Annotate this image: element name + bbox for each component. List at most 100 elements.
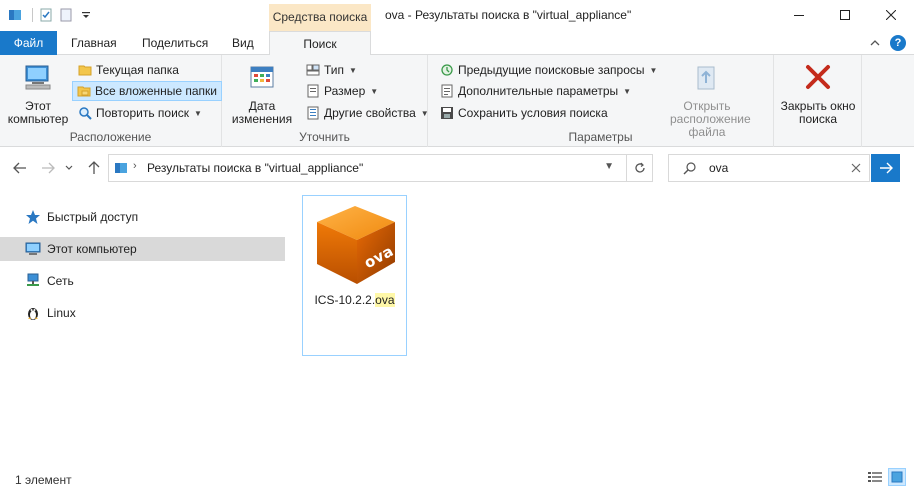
search-again-label: Повторить поиск <box>96 106 190 120</box>
type-label: Тип <box>324 63 345 77</box>
date-modified-button[interactable]: Дата изменения <box>228 61 296 126</box>
size-icon <box>307 84 319 98</box>
group-close: Закрыть окно поиска <box>774 55 862 147</box>
details-view-button[interactable] <box>866 468 884 486</box>
go-search-button[interactable] <box>871 154 900 182</box>
recent-searches-button[interactable]: Предыдущие поисковые запросы ▼ <box>436 60 661 80</box>
address-bar[interactable]: › Результаты поиска в "virtual_appliance… <box>108 154 653 182</box>
dropdown-caret-icon: ▼ <box>370 86 379 96</box>
advanced-options-button[interactable]: Дополнительные параметры ▼ <box>436 81 635 101</box>
properties-list-icon <box>307 106 319 120</box>
this-pc-button[interactable]: Этот компьютер <box>6 61 70 126</box>
maximize-icon <box>840 10 850 20</box>
search-input[interactable]: ova <box>709 161 728 175</box>
group-options: Предыдущие поисковые запросы ▼ Дополните… <box>428 55 774 147</box>
clear-search-button[interactable] <box>851 160 861 176</box>
advanced-options-label: Дополнительные параметры <box>458 84 619 98</box>
large-icons-view-button[interactable] <box>888 468 906 486</box>
all-subfolders-label: Все вложенные папки <box>95 84 217 98</box>
sidebar-item-label: Быстрый доступ <box>47 210 139 224</box>
size-label: Размер <box>324 84 366 98</box>
group-refine: Дата изменения Тип ▼ Размер ▼ Другие сво… <box>222 55 429 147</box>
save-search-label: Сохранить условия поиска <box>458 106 608 120</box>
file-name-prefix: ICS-10.2.2. <box>314 293 376 307</box>
advanced-options-icon <box>441 84 453 98</box>
tab-view[interactable]: Вид <box>232 31 254 55</box>
close-window-button[interactable] <box>868 0 914 30</box>
sidebar-item-network[interactable]: Сеть <box>0 269 285 293</box>
search-results-folder-icon <box>115 163 127 173</box>
arrow-right-icon <box>879 162 893 174</box>
forward-button[interactable] <box>38 158 58 178</box>
clear-icon <box>851 163 861 173</box>
sidebar-item-this-pc[interactable]: Этот компьютер <box>0 237 285 261</box>
search-again-icon <box>79 107 92 120</box>
minimize-button[interactable] <box>776 0 822 30</box>
type-icon <box>306 64 320 76</box>
computer-icon <box>25 65 51 90</box>
linux-icon <box>28 308 38 320</box>
collapse-ribbon-icon[interactable] <box>870 39 880 47</box>
other-properties-button[interactable]: Другие свойства ▼ <box>302 103 433 123</box>
properties-icon[interactable] <box>39 8 53 22</box>
dropdown-caret-icon: ▼ <box>349 65 357 75</box>
ova-package-icon: ova <box>317 206 396 284</box>
size-button[interactable]: Размер ▼ <box>302 81 382 101</box>
back-button[interactable] <box>10 158 30 178</box>
refresh-button[interactable] <box>626 155 652 181</box>
search-box[interactable]: ova <box>668 154 870 182</box>
computer-icon <box>25 242 41 255</box>
search-again-button[interactable]: Повторить поиск ▼ <box>74 103 206 123</box>
sidebar-item-quick-access[interactable]: Быстрый доступ <box>0 205 285 229</box>
type-button[interactable]: Тип ▼ <box>302 60 361 80</box>
navigation-pane: Быстрый доступ Этот компьютер Сеть Linux <box>0 200 285 460</box>
navigation-bar: › Результаты поиска в "virtual_appliance… <box>0 152 914 184</box>
minimize-icon <box>794 15 804 16</box>
tab-home[interactable]: Главная <box>71 31 117 55</box>
current-folder-button[interactable]: Текущая папка <box>74 60 183 80</box>
sidebar-item-linux[interactable]: Linux <box>0 301 285 325</box>
file-name-match-highlight: ova <box>375 293 395 307</box>
save-icon <box>441 107 453 119</box>
view-switcher <box>866 468 906 486</box>
recent-searches-label: Предыдущие поисковые запросы <box>458 63 645 77</box>
file-item[interactable]: ova ICS-10.2.2.ova <box>302 195 407 356</box>
group-location-label: Расположение <box>69 130 152 144</box>
customize-qat-icon[interactable] <box>79 8 93 22</box>
refresh-icon <box>634 162 645 173</box>
large-icons-view-icon <box>891 471 903 483</box>
address-dropdown-icon[interactable]: ▼ <box>604 161 614 172</box>
status-item-count: 1 элемент <box>15 473 72 487</box>
file-name: ICS-10.2.2.ova <box>303 293 406 307</box>
dropdown-caret-icon: ▼ <box>623 86 632 96</box>
other-properties-label: Другие свойства <box>324 106 416 120</box>
group-location: Этот компьютер Текущая папка Все вложенн… <box>0 55 222 147</box>
folder-icon <box>78 65 92 76</box>
dropdown-caret-icon: ▼ <box>194 108 202 118</box>
maximize-button[interactable] <box>822 0 868 30</box>
help-icon[interactable]: ? <box>890 35 906 51</box>
window-folder-icon <box>9 10 21 20</box>
qat-separator <box>32 8 33 22</box>
all-subfolders-button[interactable]: Все вложенные папки <box>72 81 222 101</box>
current-folder-label: Текущая папка <box>96 63 179 77</box>
title-bar: Средства поиска ova - Результаты поиска … <box>0 0 914 31</box>
close-icon <box>886 10 896 20</box>
open-location-icon <box>697 66 715 90</box>
recent-locations-button[interactable] <box>62 158 76 178</box>
quick-access-toolbar <box>8 8 93 22</box>
arrow-up-icon <box>88 161 100 174</box>
sidebar-item-label: Сеть <box>47 274 74 288</box>
close-search-button[interactable]: Закрыть окно поиска <box>780 61 856 126</box>
tab-search[interactable]: Поиск <box>269 31 371 56</box>
group-refine-label: Уточнить <box>299 130 350 144</box>
save-search-button[interactable]: Сохранить условия поиска <box>436 103 612 123</box>
this-pc-label: Этот компьютер <box>7 99 69 126</box>
new-folder-icon[interactable] <box>59 8 73 22</box>
open-file-location-button[interactable]: Открыть расположение файла <box>644 61 770 139</box>
chevron-down-icon <box>65 165 73 170</box>
network-icon <box>27 273 39 286</box>
tab-file[interactable]: Файл <box>0 31 57 55</box>
tab-share[interactable]: Поделиться <box>142 31 208 55</box>
up-button[interactable] <box>84 158 104 178</box>
